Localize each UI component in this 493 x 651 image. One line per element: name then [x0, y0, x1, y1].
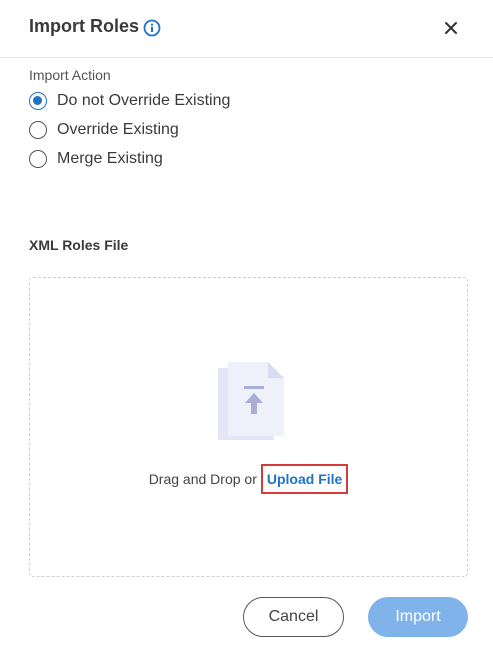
- xml-roles-file-label: XML Roles File: [29, 237, 129, 253]
- radio-button[interactable]: [29, 150, 47, 168]
- info-icon[interactable]: [143, 19, 161, 37]
- radio-merge[interactable]: Merge Existing: [29, 150, 163, 168]
- upload-file-link[interactable]: Upload File: [260, 464, 349, 494]
- dialog-title: Import Roles: [29, 16, 140, 36]
- radio-button-checked[interactable]: [29, 92, 47, 110]
- radio-do-not-override[interactable]: Do not Override Existing: [29, 92, 230, 110]
- drag-drop-text: Drag and Drop or: [148, 471, 257, 487]
- cancel-button[interactable]: Cancel: [243, 597, 344, 637]
- dialog-header: Import Roles: [0, 0, 493, 58]
- drop-instructions: Drag and Drop or Upload File: [30, 464, 467, 494]
- radio-label: Merge Existing: [57, 150, 163, 167]
- radio-label: Do not Override Existing: [57, 92, 231, 109]
- radio-override[interactable]: Override Existing: [29, 121, 179, 139]
- close-icon[interactable]: [441, 18, 461, 38]
- import-action-label: Import Action: [29, 67, 111, 83]
- file-upload-icon: [218, 362, 284, 440]
- file-dropzone[interactable]: Drag and Drop or Upload File: [29, 277, 468, 577]
- radio-button[interactable]: [29, 121, 47, 139]
- import-button[interactable]: Import: [368, 597, 468, 637]
- radio-label: Override Existing: [57, 121, 179, 138]
